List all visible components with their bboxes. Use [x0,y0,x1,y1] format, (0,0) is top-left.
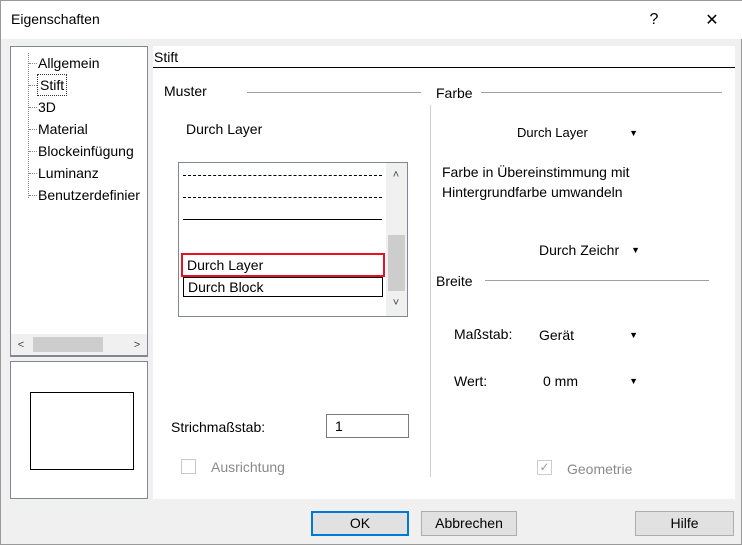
pattern-item-durch-block[interactable]: Durch Block [183,277,383,297]
farbe-group-label: Farbe [436,85,473,101]
pattern-listbox[interactable]: Durch Layer Durch Block ˄ ˅ [178,162,408,317]
convert-dropdown[interactable]: Durch Zeichr ▼ [536,237,646,263]
farbe-dropdown[interactable]: Durch Layer ▼ [484,121,644,145]
ok-button[interactable]: OK [311,511,409,536]
strichmassstab-input[interactable]: 1 [326,414,409,438]
massstab-dropdown[interactable]: Gerät ▼ [534,322,644,348]
help-button[interactable]: Hilfe [635,511,734,536]
pattern-dashed-1[interactable] [183,175,382,176]
chevron-down-icon: ▼ [629,376,638,386]
tree-item-benutzerdefiniert[interactable]: Benutzerdefinier [38,185,140,205]
geometrie-label: Geometrie [567,461,633,477]
cancel-button[interactable]: Abbrechen [421,511,517,536]
column-separator [430,105,431,477]
ausrichtung-checkbox[interactable] [181,459,196,474]
strichmassstab-label: Strichmaßstab: [171,419,266,435]
properties-dialog: Eigenschaften ? ✕ Allgemein Stift 3D Mat… [0,0,742,545]
tree-item-luminanz[interactable]: Luminanz [38,163,99,183]
farbe-convert-text-1: Farbe in Übereinstimmung mit [442,164,630,180]
massstab-label: Maßstab: [454,326,513,342]
muster-group-divider [247,92,421,93]
scrollbar-thumb[interactable] [388,235,405,291]
tree-connector [29,107,37,108]
preview-box [30,392,134,470]
tree-item-material[interactable]: Material [38,119,88,139]
scroll-left-icon[interactable]: < [11,335,31,355]
scrollbar-thumb[interactable] [33,337,103,352]
convert-dropdown-value: Durch Zeichr [539,242,620,258]
chevron-down-icon: ▼ [627,237,640,263]
scroll-right-icon[interactable]: > [127,335,147,355]
tree-horizontal-scrollbar[interactable]: < > [10,334,148,356]
chevron-down-icon: ▼ [629,330,638,340]
ausrichtung-label: Ausrichtung [211,459,285,475]
wert-dropdown-value: 0 mm [543,373,578,389]
muster-current-value: Durch Layer [186,121,263,137]
pattern-dashed-2[interactable] [183,197,382,198]
close-button[interactable]: ✕ [689,1,735,39]
help-title-button[interactable]: ? [631,1,677,39]
tree-connector [29,151,37,152]
breite-group-divider [485,280,709,281]
muster-group-label: Muster [164,83,207,99]
geometrie-checkbox[interactable]: ✓ [537,460,552,475]
panel-title-divider [153,67,735,68]
tree-connector [28,53,29,198]
tree-connector [29,129,37,130]
farbe-group-divider [481,92,722,93]
tree-connector [29,63,37,64]
pattern-solid[interactable] [183,219,382,220]
tree-connector [29,173,37,174]
scroll-up-icon[interactable]: ˄ [386,165,406,185]
tree-connector [29,85,37,86]
tree-item-stift[interactable]: Stift [36,74,68,96]
chevron-down-icon: ▼ [629,128,638,138]
scroll-down-icon[interactable]: ˅ [386,293,406,313]
tree-connector [29,195,37,196]
preview-pane [10,361,148,499]
tree-item-blockeinfuegung[interactable]: Blockeinfügung [38,141,134,161]
tree-item-allgemein[interactable]: Allgemein [38,53,99,73]
breite-group-label: Breite [436,273,473,289]
massstab-dropdown-value: Gerät [539,327,575,343]
check-icon: ✓ [539,460,550,474]
pattern-item-durch-layer[interactable]: Durch Layer [181,253,385,277]
tree-item-3d[interactable]: 3D [38,97,56,117]
window-title: Eigenschaften [11,11,100,27]
wert-label: Wert: [454,373,488,389]
farbe-convert-text-2: Hintergrundfarbe umwandeln [442,184,623,200]
pattern-vertical-scrollbar[interactable]: ˄ ˅ [386,163,407,316]
title-bar: Eigenschaften ? ✕ [1,1,742,39]
farbe-dropdown-value: Durch Layer [517,125,588,140]
panel-title: Stift [154,49,179,65]
wert-dropdown[interactable]: 0 mm ▼ [534,368,644,394]
category-tree[interactable]: Allgemein Stift 3D Material Blockeinfügu… [10,46,148,357]
